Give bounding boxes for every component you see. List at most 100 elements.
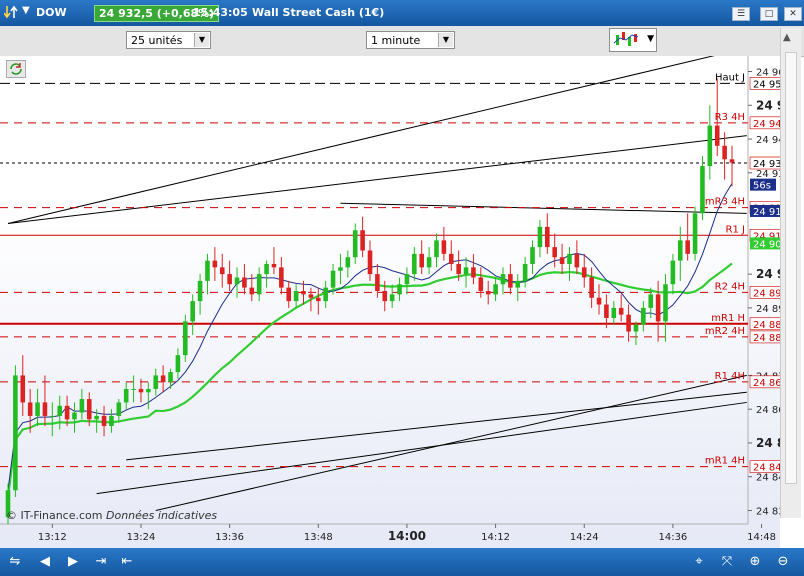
units-select-value: 25 unités (131, 34, 183, 47)
chevron-down-icon[interactable]: ▼ (647, 34, 654, 44)
candle-body (42, 402, 48, 416)
level-badge-label: 24 881,4 (753, 333, 780, 344)
candle-body (50, 415, 55, 417)
level-badge-label: 24 894,6 (753, 288, 780, 299)
candle-body (722, 145, 727, 160)
crosshair-icon[interactable]: ⌖ (690, 553, 708, 571)
level-label: mR1 H (711, 313, 745, 324)
refresh-icon[interactable] (6, 60, 26, 78)
candle-body (618, 307, 624, 315)
level-label: R1 4H (715, 371, 745, 382)
scroll-left-icon[interactable]: ◀ (36, 553, 54, 571)
swap-arrows-icon[interactable] (4, 5, 18, 19)
y-tick-label: 24 940 (756, 135, 780, 146)
level-badge-label: 24 932,9 (753, 159, 780, 170)
candle-body (205, 260, 210, 281)
y-tick-label: 24 840 (756, 473, 780, 484)
interval-select[interactable]: 1 minute ▼ (366, 31, 455, 49)
menu-icon[interactable]: ☰ (732, 7, 750, 21)
vertical-scrollbar[interactable]: ▲ (780, 28, 801, 518)
candle-body (190, 301, 195, 322)
candle-body (86, 399, 92, 420)
candle-body (670, 260, 676, 285)
chevron-down-icon[interactable]: ▼ (194, 33, 209, 47)
x-tick-label: 14:00 (388, 529, 426, 543)
x-tick-label: 14:24 (570, 532, 599, 543)
candle-body (441, 240, 447, 254)
symbol-label: DOW (36, 6, 67, 19)
candle-body (271, 263, 277, 268)
level-label: mR1 4H (705, 456, 745, 467)
candle-body (160, 375, 166, 383)
candle-body (72, 412, 77, 420)
trendline (96, 401, 747, 495)
y-tick-label: 24 890 (756, 304, 780, 315)
scroll-end-icon[interactable]: ⇥ (92, 553, 110, 571)
candle-body (360, 230, 365, 251)
candle-body (219, 267, 225, 275)
maximize-icon[interactable]: □ (760, 7, 778, 21)
candle-body (685, 240, 690, 254)
timer-badge-label: 56s (753, 181, 771, 192)
candle-body (655, 294, 661, 322)
dropdown-arrow-icon[interactable]: ▼ (22, 5, 30, 16)
scroll-right-icon[interactable]: ▶ (64, 553, 82, 571)
watermark-site: © IT-Finance.com (6, 509, 103, 522)
candle-body (434, 240, 439, 258)
candle-body (35, 402, 40, 416)
chart-type-button[interactable]: ▼ (609, 28, 657, 52)
candle-body (234, 277, 240, 285)
candle-body (301, 291, 306, 295)
trendline (340, 202, 747, 214)
price-chart[interactable]: 24 960 24 950 24 940 24 930 24 900 24 890 24 8… (0, 47, 802, 548)
candle-body (567, 253, 572, 264)
candle-body (286, 287, 292, 302)
candle-body (677, 240, 683, 261)
candle-body (552, 247, 557, 258)
level-badge-label: 24 918,7 (753, 207, 780, 218)
y-tick-label: 24 850 (756, 436, 780, 450)
candle-body (545, 226, 550, 248)
chart-type-icon (613, 32, 639, 46)
candle-body (581, 267, 587, 278)
candle-body (79, 399, 85, 413)
candle-body (574, 253, 580, 268)
zoom-fit-icon[interactable]: ⤧ (718, 553, 736, 571)
level-badge-label: 24 956,5 (753, 79, 780, 90)
trendline (126, 391, 747, 461)
candle-body (330, 270, 336, 288)
candle-body (279, 267, 284, 288)
candle-body (227, 274, 232, 285)
chevron-down-icon[interactable]: ▼ (438, 33, 453, 47)
level-label: R1 J (726, 224, 745, 235)
units-select[interactable]: 25 unités ▼ (126, 31, 211, 49)
zoom-in-icon[interactable]: ⊕ (746, 553, 764, 571)
x-tick-label: 14:36 (658, 532, 687, 543)
candle-body (375, 274, 380, 291)
candle-body (478, 277, 484, 291)
candle-body (485, 291, 491, 295)
zoom-out-icon[interactable]: ⊖ (774, 553, 792, 571)
candle-body (500, 274, 506, 285)
close-icon[interactable]: ✕ (784, 7, 802, 21)
candle-body (729, 159, 735, 163)
level-label: mR2 4H (705, 326, 745, 337)
candle-body (153, 375, 159, 389)
candle-body (530, 247, 535, 264)
chart-area[interactable]: 24 960 24 950 24 940 24 930 24 900 24 890 24 8… (0, 47, 802, 548)
level-label: R3 4H (715, 112, 745, 123)
candle-body (648, 294, 654, 308)
scroll-up-icon[interactable]: ▲ (783, 32, 791, 43)
share-icon[interactable]: ⇋ (6, 553, 24, 571)
candle-body (109, 415, 114, 427)
candle-body (426, 257, 432, 268)
x-tick-label: 13:36 (215, 532, 244, 543)
scroll-thumb[interactable] (785, 52, 797, 484)
y-tick-label: 24 900 (756, 267, 780, 281)
candle-body (352, 230, 358, 258)
candle-body (537, 226, 543, 248)
bottom-toolbar: ⇋ ◀ ▶ ⇥ ⇤ ⌖ ⤧ ⊕ ⊖ (0, 548, 804, 576)
candle-body (183, 321, 188, 356)
candle-body (101, 415, 107, 427)
scroll-start-icon[interactable]: ⇤ (118, 553, 136, 571)
